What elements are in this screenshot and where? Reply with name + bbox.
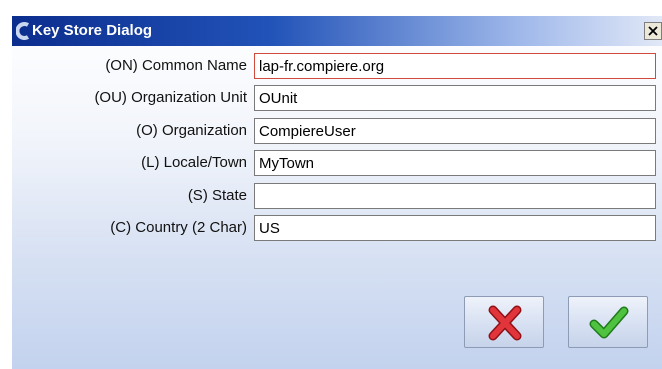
field-row-organization-unit: (OU) Organization Unit <box>12 85 662 111</box>
state-input[interactable] <box>254 183 656 209</box>
field-row-locale-town: (L) Locale/Town <box>12 150 662 176</box>
common-name-label: (ON) Common Name <box>105 57 247 74</box>
title-bar[interactable]: Key Store Dialog <box>12 16 662 46</box>
state-label: (S) State <box>187 187 247 204</box>
country-label: (C) Country (2 Char) <box>110 219 247 236</box>
field-row-state: (S) State <box>12 183 662 209</box>
organization-unit-label: (OU) Organization Unit <box>94 89 247 106</box>
field-row-organization: (O) Organization <box>12 118 662 144</box>
red-x-icon <box>488 305 522 341</box>
close-icon <box>648 26 658 36</box>
locale-town-input[interactable] <box>254 150 656 176</box>
ok-button[interactable] <box>568 296 648 348</box>
dialog-title: Key Store Dialog <box>32 22 153 39</box>
organization-unit-input[interactable] <box>254 85 656 111</box>
cancel-button[interactable] <box>464 296 544 348</box>
locale-town-label: (L) Locale/Town <box>141 154 247 171</box>
organization-input[interactable] <box>254 118 656 144</box>
country-input[interactable] <box>254 215 656 241</box>
organization-label: (O) Organization <box>136 122 247 139</box>
field-row-common-name: (ON) Common Name <box>12 53 662 79</box>
common-name-input[interactable] <box>254 53 656 79</box>
compiere-logo-icon <box>15 22 30 40</box>
key-store-dialog: Key Store Dialog (ON) Common Name (OU) O… <box>12 16 662 369</box>
close-button[interactable] <box>644 22 662 40</box>
field-row-country: (C) Country (2 Char) <box>12 215 662 241</box>
green-check-icon <box>589 306 629 339</box>
